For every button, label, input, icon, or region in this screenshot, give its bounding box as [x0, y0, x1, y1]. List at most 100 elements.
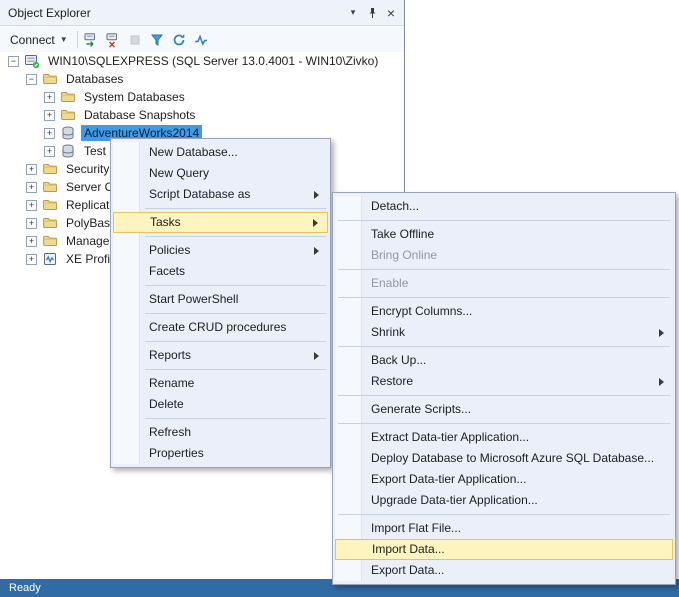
database-icon: [60, 143, 76, 159]
menu-item-enable: Enable: [335, 273, 673, 294]
folder-icon: [42, 179, 58, 195]
menu-item-label: Import Flat File...: [371, 521, 462, 535]
menu-item-label: Refresh: [149, 425, 192, 439]
menu-separator: [145, 285, 326, 286]
menu-separator: [338, 423, 670, 424]
menu-item-label: Shrink: [371, 325, 406, 339]
menu-item-label: Take Offline: [371, 227, 435, 241]
tasks-submenu: Detach... Take Offline Bring Online Enable E…: [332, 192, 676, 585]
tree-item-label: Databases: [66, 72, 124, 86]
menu-item-label: Restore: [371, 374, 414, 388]
filter-icon[interactable]: [147, 29, 168, 50]
disconnect-server-icon[interactable]: [103, 29, 124, 50]
database-context-menu: New Database... New Query Script Database …: [110, 138, 331, 468]
panel-title: Object Explorer: [8, 5, 91, 20]
connect-server-icon[interactable]: [81, 29, 102, 50]
expand-icon[interactable]: +: [44, 109, 55, 121]
menu-item-label: Extract Data-tier Application...: [371, 430, 530, 444]
menu-item-generate-scripts[interactable]: Generate Scripts...: [335, 399, 673, 420]
folder-icon: [60, 89, 76, 105]
tree-item-win10-sqlexpress-sql-server-13-0-4001-win10-zivk[interactable]: − WIN10\SQLEXPRESS (SQL Server 13.0.4001 …: [0, 52, 403, 70]
expand-icon[interactable]: +: [26, 163, 37, 175]
menu-item-detach[interactable]: Detach...: [335, 196, 673, 217]
menu-item-label: Policies: [149, 243, 191, 257]
database-icon: [60, 125, 76, 141]
menu-item-shrink[interactable]: Shrink: [335, 322, 673, 343]
menu-item-back-up[interactable]: Back Up...: [335, 350, 673, 371]
tree-item-label: Security: [66, 162, 110, 176]
menu-item-upgrade-data-tier-application[interactable]: Upgrade Data-tier Application...: [335, 490, 673, 511]
tree-item-label: System Databases: [84, 90, 185, 104]
menu-item-label: Delete: [149, 397, 184, 411]
menu-item-deploy-database-to-microsoft-azure-sql-database[interactable]: Deploy Database to Microsoft Azure SQL D…: [335, 448, 673, 469]
xe-profiler-icon: [42, 251, 58, 267]
window-position-icon[interactable]: ▾: [345, 5, 361, 21]
folder-icon: [42, 197, 58, 213]
menu-item-properties[interactable]: Properties: [113, 443, 328, 464]
menu-item-bring-online: Bring Online: [335, 245, 673, 266]
menu-item-label: Export Data-tier Application...: [371, 472, 527, 486]
menu-item-tasks[interactable]: Tasks: [113, 212, 328, 233]
menu-item-import-data[interactable]: Import Data...: [335, 539, 673, 560]
tree-item-database-snapshots[interactable]: + Database Snapshots: [0, 106, 403, 124]
menu-item-take-offline[interactable]: Take Offline: [335, 224, 673, 245]
pin-icon[interactable]: [364, 5, 380, 21]
menu-item-label: Tasks: [150, 215, 181, 229]
menu-item-label: Reports: [149, 348, 192, 362]
object-explorer-titlebar[interactable]: Object Explorer ▾ ×: [0, 0, 404, 26]
expand-icon[interactable]: +: [44, 91, 55, 103]
menu-item-label: New Query: [149, 166, 210, 180]
menu-item-label: Generate Scripts...: [371, 402, 472, 416]
menu-item-restore[interactable]: Restore: [335, 371, 673, 392]
menu-item-rename[interactable]: Rename: [113, 373, 328, 394]
menu-separator: [338, 395, 670, 396]
submenu-arrow-icon: [314, 246, 319, 255]
menu-item-encrypt-columns[interactable]: Encrypt Columns...: [335, 301, 673, 322]
menu-item-refresh[interactable]: Refresh: [113, 422, 328, 443]
expand-icon[interactable]: +: [26, 217, 37, 229]
status-text: Ready: [9, 582, 41, 594]
menu-item-extract-data-tier-application[interactable]: Extract Data-tier Application...: [335, 427, 673, 448]
menu-separator: [145, 369, 326, 370]
refresh-icon[interactable]: [169, 29, 190, 50]
submenu-arrow-icon: [314, 351, 319, 360]
tree-item-label: Test: [84, 144, 107, 158]
expand-icon[interactable]: +: [26, 253, 37, 265]
tree-item-databases[interactable]: − Databases: [0, 70, 403, 88]
menu-item-create-crud-procedures[interactable]: Create CRUD procedures: [113, 317, 328, 338]
expand-icon[interactable]: +: [44, 145, 55, 157]
menu-separator: [338, 346, 670, 347]
menu-separator: [145, 236, 326, 237]
menu-item-delete[interactable]: Delete: [113, 394, 328, 415]
menu-item-export-data[interactable]: Export Data...: [335, 560, 673, 581]
menu-separator: [338, 514, 670, 515]
menu-item-new-database[interactable]: New Database...: [113, 142, 328, 163]
expand-icon[interactable]: +: [26, 181, 37, 193]
menu-item-start-powershell[interactable]: Start PowerShell: [113, 289, 328, 310]
menu-item-script-database-as[interactable]: Script Database as: [113, 184, 328, 205]
menu-separator: [145, 341, 326, 342]
expand-icon[interactable]: +: [44, 127, 55, 139]
expand-icon[interactable]: +: [26, 199, 37, 211]
activity-monitor-icon[interactable]: [191, 29, 212, 50]
submenu-arrow-icon: [313, 218, 318, 227]
menu-item-new-query[interactable]: New Query: [113, 163, 328, 184]
collapse-icon[interactable]: −: [26, 73, 37, 85]
object-explorer-toolbar: Connect ▼: [0, 26, 404, 53]
close-icon[interactable]: ×: [383, 5, 399, 21]
menu-item-label: Rename: [149, 376, 195, 390]
collapse-icon[interactable]: −: [8, 55, 19, 67]
expand-icon[interactable]: +: [26, 235, 37, 247]
submenu-arrow-icon: [314, 190, 319, 199]
chevron-down-icon: ▼: [59, 35, 68, 44]
connect-button[interactable]: Connect ▼: [4, 30, 74, 50]
menu-item-reports[interactable]: Reports: [113, 345, 328, 366]
menu-item-label: Detach...: [371, 199, 420, 213]
object-explorer-toolbar-icons: [81, 29, 212, 50]
menu-item-policies[interactable]: Policies: [113, 240, 328, 261]
folder-icon: [42, 233, 58, 249]
menu-item-import-flat-file[interactable]: Import Flat File...: [335, 518, 673, 539]
menu-item-export-data-tier-application[interactable]: Export Data-tier Application...: [335, 469, 673, 490]
tree-item-system-databases[interactable]: + System Databases: [0, 88, 403, 106]
menu-item-facets[interactable]: Facets: [113, 261, 328, 282]
